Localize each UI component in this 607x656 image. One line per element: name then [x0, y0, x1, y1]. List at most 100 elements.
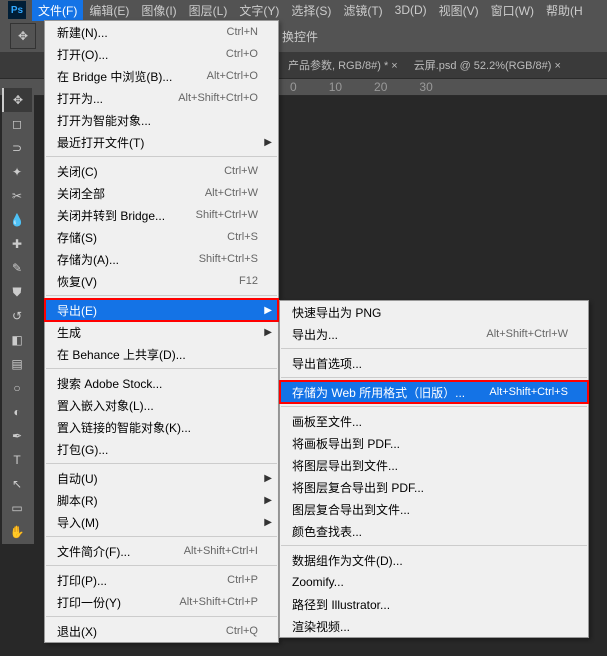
history-brush-icon[interactable]: ↺: [2, 304, 32, 328]
file-menu-item[interactable]: 打印(P)...Ctrl+P: [45, 569, 278, 591]
file-menu-item[interactable]: 恢复(V)F12: [45, 270, 278, 292]
menu-shortcut: Ctrl+S: [227, 231, 258, 243]
menu-shortcut: Ctrl+P: [227, 574, 258, 586]
separator: [281, 348, 587, 349]
menu-3d[interactable]: 3D(D): [389, 1, 433, 19]
file-menu-item[interactable]: 存储为(A)...Shift+Ctrl+S: [45, 248, 278, 270]
file-menu-item[interactable]: 在 Behance 上共享(D)...: [45, 343, 278, 365]
separator: [46, 156, 277, 157]
wand-tool-icon[interactable]: ✦: [2, 160, 32, 184]
move-tool-icon[interactable]: ✥: [10, 23, 36, 49]
file-menu-item[interactable]: 文件简介(F)...Alt+Shift+Ctrl+I: [45, 540, 278, 562]
menu-help[interactable]: 帮助(H: [540, 0, 589, 21]
menu-edit[interactable]: 编辑(E): [83, 0, 135, 21]
file-menu-item[interactable]: 关闭(C)Ctrl+W: [45, 160, 278, 182]
menu-shortcut: Alt+Shift+Ctrl+P: [179, 596, 258, 608]
pen-tool-icon[interactable]: ✒: [2, 424, 32, 448]
submenu-arrow-icon: ▶: [264, 305, 272, 316]
menu-view[interactable]: 视图(V): [433, 0, 485, 21]
export-menu-item[interactable]: 将图层导出到文件...: [280, 454, 588, 476]
menu-item-label: 最近打开文件(T): [57, 134, 258, 151]
export-menu-item[interactable]: 渲染视频...: [280, 615, 588, 637]
menu-window[interactable]: 窗口(W): [485, 0, 540, 21]
marquee-tool-icon[interactable]: ◻: [2, 112, 32, 136]
export-menu-item[interactable]: 导出首选项...: [280, 352, 588, 374]
file-menu-item[interactable]: 自动(U)▶: [45, 467, 278, 489]
export-menu-item[interactable]: Zoomify...: [280, 571, 588, 593]
file-menu-item[interactable]: 在 Bridge 中浏览(B)...Alt+Ctrl+O: [45, 65, 278, 87]
path-tool-icon[interactable]: ↖: [2, 472, 32, 496]
file-menu-item[interactable]: 退出(X)Ctrl+Q: [45, 620, 278, 642]
export-menu-item[interactable]: 导出为...Alt+Shift+Ctrl+W: [280, 323, 588, 345]
export-menu-item[interactable]: 颜色查找表...: [280, 520, 588, 542]
export-menu-item[interactable]: 将图层复合导出到 PDF...: [280, 476, 588, 498]
file-menu-item[interactable]: 打开为...Alt+Shift+Ctrl+O: [45, 87, 278, 109]
menu-type[interactable]: 文字(Y): [233, 0, 285, 21]
export-menu-item[interactable]: 快速导出为 PNG: [280, 301, 588, 323]
lasso-tool-icon[interactable]: ⊃: [2, 136, 32, 160]
file-menu-item[interactable]: 存储(S)Ctrl+S: [45, 226, 278, 248]
toolbox: ✥ ◻ ⊃ ✦ ✂ 💧 ✚ ✎ ⛊ ↺ ◧ ▤ ○ ◐ ✒ T ↖ ▭ ✋: [2, 88, 34, 544]
menu-item-label: 渲染视频...: [292, 618, 568, 635]
brush-tool-icon[interactable]: ✎: [2, 256, 32, 280]
file-menu-item[interactable]: 新建(N)...Ctrl+N: [45, 21, 278, 43]
eraser-tool-icon[interactable]: ◧: [2, 328, 32, 352]
menu-item-label: 打开为...: [57, 90, 178, 107]
menu-item-label: 退出(X): [57, 623, 226, 640]
menu-file[interactable]: 文件(F): [32, 0, 83, 21]
file-menu-item[interactable]: 置入链接的智能对象(K)...: [45, 416, 278, 438]
menubar: Ps 文件(F) 编辑(E) 图像(I) 图层(L) 文字(Y) 选择(S) 滤…: [0, 0, 607, 20]
file-menu-item[interactable]: 生成▶: [45, 321, 278, 343]
export-menu-item[interactable]: 画板至文件...: [280, 410, 588, 432]
menu-filter[interactable]: 滤镜(T): [337, 0, 388, 21]
ruler-tick: 30: [419, 80, 432, 94]
shape-tool-icon[interactable]: ▭: [2, 496, 32, 520]
menu-select[interactable]: 选择(S): [285, 0, 337, 21]
separator: [281, 377, 587, 378]
blur-tool-icon[interactable]: ○: [2, 376, 32, 400]
crop-tool-icon[interactable]: ✂: [2, 184, 32, 208]
menu-shortcut: Alt+Shift+Ctrl+I: [184, 545, 258, 557]
file-menu-item[interactable]: 打开(O)...Ctrl+O: [45, 43, 278, 65]
menu-layer[interactable]: 图层(L): [183, 0, 234, 21]
move-tool-icon[interactable]: ✥: [2, 88, 32, 112]
ruler-tick: 10: [329, 80, 342, 94]
file-menu-item[interactable]: 最近打开文件(T)▶: [45, 131, 278, 153]
menu-item-label: 路径到 Illustrator...: [292, 596, 568, 613]
tab-2[interactable]: 云屏.psd @ 52.2%(RGB/8#) ×: [406, 57, 569, 73]
export-menu-item[interactable]: 数据组作为文件(D)...: [280, 549, 588, 571]
export-menu-item[interactable]: 存储为 Web 所用格式（旧版）...Alt+Shift+Ctrl+S: [280, 381, 588, 403]
menu-shortcut: Alt+Shift+Ctrl+O: [178, 92, 258, 104]
file-menu-item[interactable]: 导出(E)▶: [45, 299, 278, 321]
menu-shortcut: F12: [239, 275, 258, 287]
file-menu-item[interactable]: 打开为智能对象...: [45, 109, 278, 131]
file-menu-item[interactable]: 关闭全部Alt+Ctrl+W: [45, 182, 278, 204]
menu-item-label: 文件简介(F)...: [57, 543, 184, 560]
menu-image[interactable]: 图像(I): [135, 0, 182, 21]
tab-1[interactable]: 产品参数, RGB/8#) * ×: [280, 57, 406, 73]
export-menu-item[interactable]: 图层复合导出到文件...: [280, 498, 588, 520]
separator: [46, 565, 277, 566]
eyedropper-tool-icon[interactable]: 💧: [2, 208, 32, 232]
file-menu-item[interactable]: 脚本(R)▶: [45, 489, 278, 511]
menu-item-label: 打包(G)...: [57, 441, 258, 458]
hand-tool-icon[interactable]: ✋: [2, 520, 32, 544]
gradient-tool-icon[interactable]: ▤: [2, 352, 32, 376]
export-menu-item[interactable]: 路径到 Illustrator...: [280, 593, 588, 615]
file-menu-item[interactable]: 置入嵌入对象(L)...: [45, 394, 278, 416]
menu-shortcut: Shift+Ctrl+W: [196, 209, 258, 221]
stamp-tool-icon[interactable]: ⛊: [2, 280, 32, 304]
type-tool-icon[interactable]: T: [2, 448, 32, 472]
file-menu-item[interactable]: 搜索 Adobe Stock...: [45, 372, 278, 394]
file-menu-item[interactable]: 导入(M)▶: [45, 511, 278, 533]
menu-item-label: 自动(U): [57, 470, 258, 487]
dodge-tool-icon[interactable]: ◐: [2, 400, 32, 424]
menu-item-label: 存储为 Web 所用格式（旧版）...: [292, 384, 489, 401]
file-menu-item[interactable]: 打印一份(Y)Alt+Shift+Ctrl+P: [45, 591, 278, 613]
file-menu-item[interactable]: 打包(G)...: [45, 438, 278, 460]
file-menu-item[interactable]: 关闭并转到 Bridge...Shift+Ctrl+W: [45, 204, 278, 226]
menu-item-label: 导入(M): [57, 514, 258, 531]
heal-tool-icon[interactable]: ✚: [2, 232, 32, 256]
menu-item-label: 生成: [57, 324, 258, 341]
export-menu-item[interactable]: 将画板导出到 PDF...: [280, 432, 588, 454]
